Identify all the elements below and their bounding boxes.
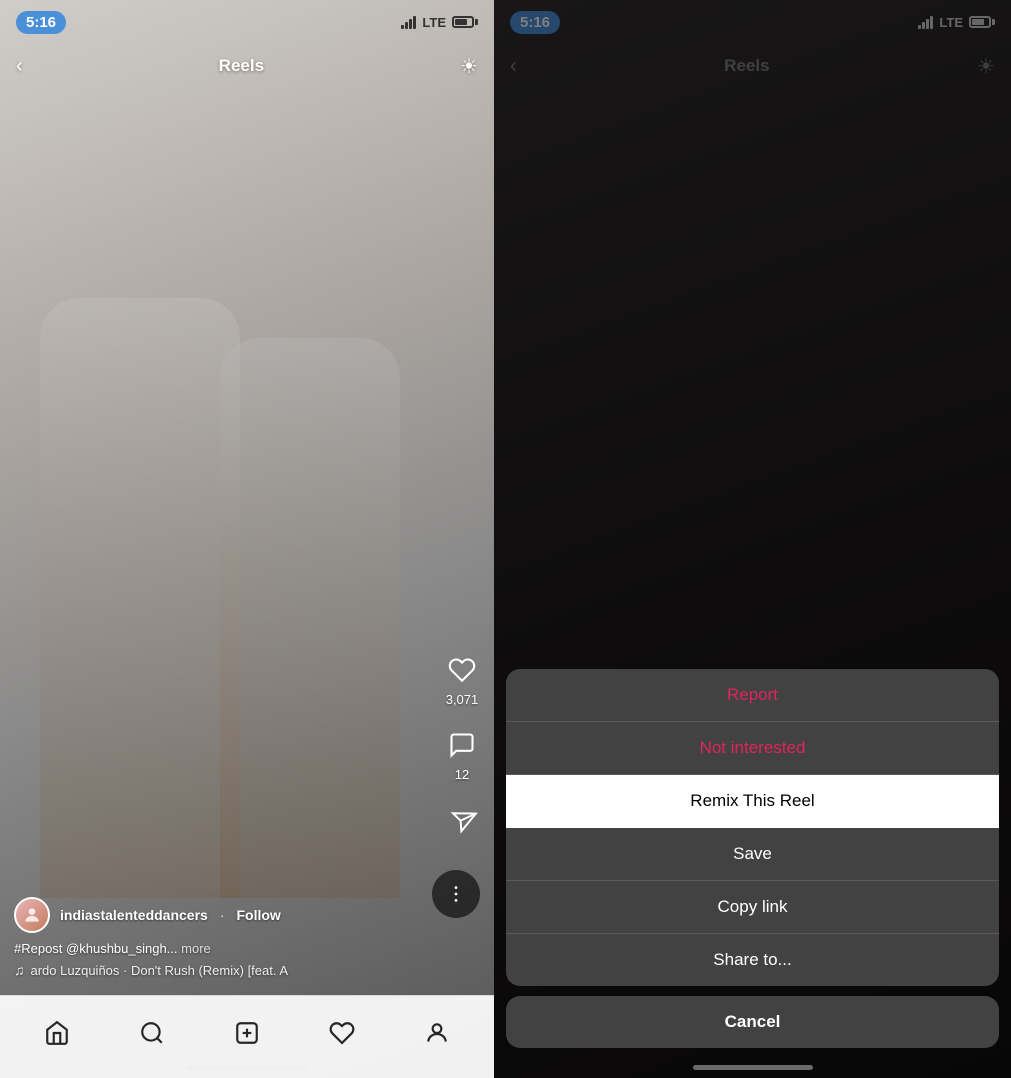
search-icon: [139, 1020, 165, 1053]
cancel-button[interactable]: Cancel: [506, 996, 999, 1048]
left-battery-icon: [452, 16, 478, 28]
nav-tab-profile[interactable]: [407, 1012, 467, 1053]
sheet-item-not-interested[interactable]: Not interested: [506, 722, 999, 775]
nav-tab-home[interactable]: [27, 1012, 87, 1053]
music-row: ♫ ardo Luzquiños · Don't Rush (Remix) [f…: [14, 962, 424, 978]
send-button[interactable]: [444, 802, 480, 838]
home-icon: [44, 1020, 70, 1053]
left-nav-title: Reels: [219, 56, 264, 76]
comment-count: 12: [455, 767, 469, 782]
avatar: [14, 897, 50, 933]
left-signal-icon: [401, 15, 416, 29]
separator: ·: [220, 907, 225, 923]
more-link[interactable]: more: [181, 941, 211, 956]
music-text: ardo Luzquiños · Don't Rush (Remix) [fea…: [31, 963, 289, 978]
figure-right: [220, 338, 400, 898]
bottom-nav: [0, 995, 494, 1078]
comment-icon: [444, 727, 480, 763]
action-sheet-container: Report Not interested Remix This Reel Sa…: [506, 669, 999, 1048]
left-top-nav: ‹ Reels ☀: [0, 44, 494, 88]
sheet-item-report[interactable]: Report: [506, 669, 999, 722]
user-row: indiastalenteddancers · Follow: [14, 897, 424, 933]
add-icon: [234, 1020, 260, 1053]
heart-nav-icon: [329, 1020, 355, 1053]
right-action-buttons: 3,071 12: [444, 652, 480, 838]
follow-button[interactable]: Follow: [237, 907, 281, 923]
sheet-item-remix[interactable]: Remix This Reel: [506, 775, 999, 828]
music-icon: ♫: [14, 962, 25, 978]
sheet-item-copy-link[interactable]: Copy link: [506, 881, 999, 934]
left-status-bar: 5:16 LTE: [0, 0, 494, 44]
action-sheet-cancel: Cancel: [506, 996, 999, 1048]
action-sheet-main: Report Not interested Remix This Reel Sa…: [506, 669, 999, 986]
like-count: 3,071: [446, 692, 479, 707]
nav-tab-search[interactable]: [122, 1012, 182, 1053]
caption: #Repost @khushbu_singh... more: [14, 941, 424, 956]
left-status-icons: LTE: [401, 15, 478, 30]
heart-icon: [444, 652, 480, 688]
left-panel: 5:16 LTE ‹ Reels ☀: [0, 0, 494, 1078]
left-lte-label: LTE: [422, 15, 446, 30]
left-camera-icon[interactable]: ☀: [460, 54, 478, 79]
username-label[interactable]: indiastalenteddancers: [60, 907, 208, 923]
right-panel: 5:16 LTE ‹ Reels ☀ Repo: [494, 0, 1011, 1078]
nav-tab-add[interactable]: [217, 1012, 277, 1053]
send-icon: [439, 797, 485, 843]
sheet-item-share[interactable]: Share to...: [506, 934, 999, 986]
sheet-item-save[interactable]: Save: [506, 828, 999, 881]
post-info-overlay: indiastalenteddancers · Follow #Repost @…: [14, 897, 424, 978]
comment-button[interactable]: 12: [444, 727, 480, 782]
more-button[interactable]: [432, 870, 480, 918]
home-indicator-right: [693, 1065, 813, 1070]
caption-text: #Repost @khushbu_singh...: [14, 941, 178, 956]
figure-left: [40, 298, 240, 898]
like-button[interactable]: 3,071: [444, 652, 480, 707]
profile-icon: [424, 1020, 450, 1053]
left-back-icon[interactable]: ‹: [16, 55, 23, 78]
nav-tab-likes[interactable]: [312, 1012, 372, 1053]
left-time: 5:16: [16, 11, 66, 34]
